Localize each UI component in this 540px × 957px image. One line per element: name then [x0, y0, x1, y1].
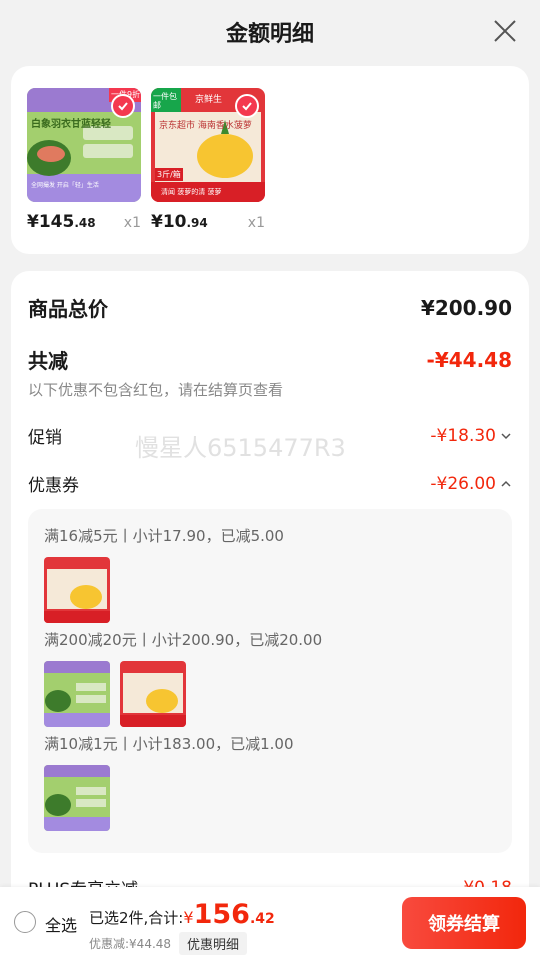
promo-value: -¥18.30	[430, 425, 496, 446]
salad-bowl-product-image: 一件9折 白象羽衣甘蓝轻轻 全网撮发 开启「轻」生活	[27, 88, 141, 202]
chevron-up-icon[interactable]	[500, 478, 512, 490]
coupon-products	[44, 661, 186, 727]
coupon-label: 优惠券	[28, 476, 79, 496]
product-image-subtitle: 清闻 菠萝的清 菠萝	[161, 188, 222, 196]
pineapple-thumb	[120, 661, 186, 727]
total-currency: ¥	[183, 908, 194, 927]
product-price: ¥10.94	[151, 212, 208, 232]
discount-text: 优惠减:¥44.48	[89, 937, 172, 951]
product-badge-free-ship: 一件包邮	[153, 92, 177, 110]
coupon-detail-box: 满16减5元丨小计17.90，已减5.00 满200减20元丨小计200.90，…	[28, 509, 512, 853]
coupon-rule-title: 满10减1元丨小计183.00，已减1.00	[44, 735, 294, 753]
pineapple-thumb	[44, 557, 110, 623]
product-badge: 京鲜生	[195, 95, 223, 105]
product-item[interactable]: 一件9折 白象羽衣甘蓝轻轻 全网撮发 开启「轻」生活 ¥145.48 x1	[27, 88, 141, 232]
product-image-title: 京东超市 海南香水菠萝	[159, 121, 252, 131]
checkout-bar: 全选 已选2件,合计: ¥ 156 .42 优惠减:¥44.48 优惠明细 领券…	[0, 887, 540, 957]
selected-count: 已选2件,合计:	[89, 909, 184, 927]
coupon-row[interactable]: 优惠券 -¥26.00	[28, 471, 512, 496]
total-value: ¥200.90	[420, 295, 512, 320]
selected-check-icon[interactable]	[235, 94, 259, 118]
reduce-value: -¥44.48	[426, 347, 512, 372]
salad-thumb	[44, 661, 110, 727]
product-item[interactable]: 一件包邮 京鲜生 京东超市 海南香水菠萝 3斤/箱 清闻 菠萝的清 菠萝 ¥10…	[151, 88, 265, 232]
select-all-radio[interactable]	[14, 911, 36, 933]
amount-detail-card: 商品总价 ¥200.90 共减 -¥44.48 以下优惠不包含红包，请在结算页查…	[11, 271, 529, 957]
product-price: ¥145.48	[27, 212, 96, 232]
total-label: 商品总价	[28, 297, 108, 321]
total-amount: 156	[193, 899, 250, 930]
coupon-value: -¥26.00	[430, 473, 496, 494]
checkout-button[interactable]: 领券结算	[402, 897, 526, 949]
product-price-row: ¥145.48 x1	[27, 212, 141, 236]
selected-check-icon[interactable]	[111, 94, 135, 118]
total-row: 商品总价 ¥200.90	[28, 293, 512, 322]
note-row: 以下优惠不包含红包，请在结算页查看	[28, 379, 512, 400]
coupon-value-wrap: -¥26.00	[430, 474, 512, 494]
discount-summary: 优惠减:¥44.48 优惠明细	[89, 932, 248, 955]
close-icon[interactable]	[492, 18, 518, 44]
product-image-subtitle: 全网撮发 开启「轻」生活	[31, 182, 99, 189]
pineapple-product-image: 一件包邮 京鲜生 京东超市 海南香水菠萝 3斤/箱 清闻 菠萝的清 菠萝	[151, 88, 265, 202]
product-quantity: x1	[123, 215, 141, 231]
promo-row[interactable]: 促销 -¥18.30	[28, 423, 512, 448]
chevron-down-icon[interactable]	[500, 430, 512, 442]
coupon-rule-title: 满200减20元丨小计200.90，已减20.00	[44, 631, 323, 649]
select-all-label[interactable]: 全选	[45, 912, 77, 936]
product-card: 一件9折 白象羽衣甘蓝轻轻 全网撮发 开启「轻」生活 ¥145.48 x1 一件…	[11, 66, 529, 254]
total-summary: 已选2件,合计: ¥ 156 .42	[89, 899, 275, 930]
discount-note: 以下优惠不包含红包，请在结算页查看	[28, 381, 284, 399]
coupon-products	[44, 765, 110, 831]
page-title: 金额明细	[225, 22, 314, 47]
coupon-rule-title: 满16减5元丨小计17.90，已减5.00	[44, 527, 284, 545]
promo-value-wrap: -¥18.30	[430, 426, 512, 446]
product-quantity: x1	[247, 215, 265, 231]
page-header: 金额明细	[0, 0, 540, 64]
reduce-label: 共减	[28, 349, 68, 373]
total-amount-decimal: .42	[249, 911, 275, 927]
product-image-unit: 3斤/箱	[155, 168, 183, 181]
discount-detail-button[interactable]: 优惠明细	[179, 932, 248, 955]
salad-thumb	[44, 765, 110, 831]
product-price-row: ¥10.94 x1	[151, 212, 265, 236]
coupon-products	[44, 557, 110, 623]
reduce-row: 共减 -¥44.48	[28, 345, 512, 374]
promo-label: 促销	[28, 428, 62, 448]
product-image-title: 白象羽衣甘蓝轻轻	[31, 119, 111, 130]
